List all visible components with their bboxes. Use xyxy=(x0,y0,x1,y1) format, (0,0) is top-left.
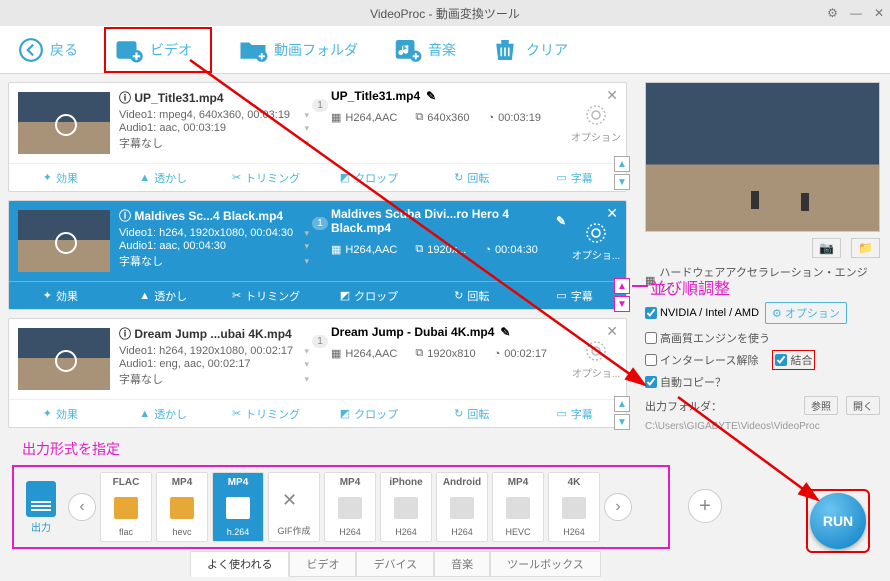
annotation-format-label: 出力形式を指定 xyxy=(22,439,120,459)
remove-icon[interactable]: ✕ xyxy=(606,323,618,340)
rotate-button[interactable]: ↻ 回転 xyxy=(420,164,523,191)
effect-button[interactable]: ✦ 効果 xyxy=(9,400,112,427)
effect-button[interactable]: ✦ 効果 xyxy=(9,282,112,309)
format-item[interactable]: MP4H264 xyxy=(324,472,376,542)
edit-name-icon[interactable]: ✎ xyxy=(426,89,436,103)
video-card[interactable]: ⓘ Maldives Sc...4 Black.mp4 Video1: h264… xyxy=(8,200,627,310)
gpu-checkbox[interactable]: NVIDIA / Intel / AMD xyxy=(645,307,759,319)
run-button-highlight: RUN xyxy=(806,489,870,553)
back-button[interactable]: 戻る xyxy=(10,33,86,67)
watermark-button[interactable]: ▲ 透かし xyxy=(112,400,215,427)
settings-icon[interactable]: ⚙ xyxy=(827,6,838,20)
rotate-button[interactable]: ↻ 回転 xyxy=(420,282,523,309)
top-toolbar: 戻る ビデオ 動画フォルダ 音楽 クリア xyxy=(0,26,890,74)
rotate-button[interactable]: ↻ 回転 xyxy=(420,400,523,427)
video-card[interactable]: ⓘ Dream Jump ...ubai 4K.mp4 Video1: h264… xyxy=(8,318,627,428)
add-video-button[interactable]: ビデオ xyxy=(104,27,212,73)
titlebar: VideoProc - 動画変換ツール ⚙ — ✕ xyxy=(0,0,890,26)
run-button[interactable]: RUN xyxy=(810,493,866,549)
crop-button[interactable]: ◩ クロップ xyxy=(317,400,420,427)
resolution-icon: ⧉ 640x360 xyxy=(415,111,469,124)
tab-toolbox[interactable]: ツールボックス xyxy=(490,551,601,577)
output-profile-button[interactable]: 出力 xyxy=(18,481,64,534)
crop-button[interactable]: ◩ クロップ xyxy=(317,164,420,191)
format-item[interactable]: AndroidH264 xyxy=(436,472,488,542)
edit-name-icon[interactable]: ✎ xyxy=(556,214,566,228)
move-down-icon[interactable]: ▼ xyxy=(614,174,630,190)
tab-video[interactable]: ビデオ xyxy=(289,551,356,577)
close-icon[interactable]: ✕ xyxy=(874,6,884,20)
format-item[interactable]: MP4hevc xyxy=(156,472,208,542)
thumbnail[interactable] xyxy=(18,210,110,272)
subtitle-button[interactable]: ▭ 字幕 xyxy=(523,164,626,191)
clear-button[interactable]: クリア xyxy=(482,31,576,69)
tab-popular[interactable]: よく使われる xyxy=(190,551,289,577)
tab-device[interactable]: デバイス xyxy=(356,551,434,577)
deinterlace-checkbox[interactable]: インターレース解除 xyxy=(645,350,758,370)
merge-checkbox[interactable]: 結合 xyxy=(772,350,815,370)
preview-pane[interactable] xyxy=(645,82,880,232)
watermark-button[interactable]: ▲ 透かし xyxy=(112,282,215,309)
autocopy-checkbox[interactable]: 自動コピー？ xyxy=(645,374,726,390)
trim-button[interactable]: ✂ トリミング xyxy=(215,282,318,309)
scroll-right-icon[interactable]: › xyxy=(604,493,632,521)
scroll-left-icon[interactable]: ‹ xyxy=(68,493,96,521)
thumbnail[interactable] xyxy=(18,328,110,390)
duration-icon: ◔ 00:03:19 xyxy=(487,111,540,124)
move-down-icon[interactable]: ▼ xyxy=(614,414,630,430)
format-bar: 出力 ‹ FLACflac MP4hevc MP4h.264 GIF作成 MP4… xyxy=(12,465,670,549)
index-badge: 1 xyxy=(312,99,328,112)
browse-button[interactable]: 参照 xyxy=(804,396,838,415)
add-music-button[interactable]: 音楽 xyxy=(384,31,464,69)
format-category-tabs: よく使われる ビデオ デバイス 音楽 ツールボックス xyxy=(190,551,601,577)
thumbnail[interactable] xyxy=(18,92,110,154)
subtitle-button[interactable]: ▭ 字幕 xyxy=(523,282,626,309)
hw-accel-label: ▦ ハードウェアアクセラレーション・エンジン： xyxy=(645,264,880,296)
minimize-icon[interactable]: — xyxy=(850,6,862,20)
watermark-button[interactable]: ▲ 透かし xyxy=(112,164,215,191)
window-title: VideoProc - 動画変換ツール xyxy=(370,5,520,22)
output-path: C:\Users\GIGABYTE\Videos\VideoProc xyxy=(645,421,880,432)
format-item[interactable]: MP4HEVC xyxy=(492,472,544,542)
open-button[interactable]: 開く xyxy=(846,396,880,415)
video-list: ⓘ UP_Title31.mp4 Video1: mpeg4, 640x360,… xyxy=(0,74,635,449)
trim-button[interactable]: ✂ トリミング xyxy=(215,164,318,191)
snapshot-icon[interactable]: 📷 xyxy=(812,238,841,258)
trim-button[interactable]: ✂ トリミング xyxy=(215,400,318,427)
add-folder-button[interactable]: 動画フォルダ xyxy=(230,31,366,69)
remove-icon[interactable]: ✕ xyxy=(606,205,618,222)
crop-button[interactable]: ◩ クロップ xyxy=(317,282,420,309)
move-up-icon[interactable]: ▲ xyxy=(614,396,630,412)
remove-icon[interactable]: ✕ xyxy=(606,87,618,104)
edit-name-icon[interactable]: ✎ xyxy=(500,325,510,339)
format-item[interactable]: 4KH264 xyxy=(548,472,600,542)
format-item[interactable]: FLACflac xyxy=(100,472,152,542)
move-up-icon[interactable]: ▲ xyxy=(614,156,630,172)
expand-formats-button[interactable]: + xyxy=(688,489,722,523)
sort-controls: ▲ ▼ xyxy=(614,156,630,190)
effect-button[interactable]: ✦ 効果 xyxy=(9,164,112,191)
subtitle-button[interactable]: ▭ 字幕 xyxy=(523,400,626,427)
format-item[interactable]: GIF作成 xyxy=(268,472,320,542)
output-folder-label: 出力フォルダ： xyxy=(645,398,722,414)
hw-options-button[interactable]: ⚙ オプション xyxy=(765,302,847,324)
format-item[interactable]: MP4h.264 xyxy=(212,472,264,542)
tab-music[interactable]: 音楽 xyxy=(434,551,490,577)
codec-icon: ▦ H264,AAC xyxy=(331,111,397,124)
video-card[interactable]: ⓘ UP_Title31.mp4 Video1: mpeg4, 640x360,… xyxy=(8,82,627,192)
move-down-icon[interactable]: ▼ xyxy=(614,296,630,312)
hq-engine-checkbox[interactable]: 高画質エンジンを使う xyxy=(645,330,770,346)
format-item[interactable]: iPhoneH264 xyxy=(380,472,432,542)
open-folder-icon[interactable]: 📁 xyxy=(851,238,880,258)
move-up-icon[interactable]: ▲ xyxy=(614,278,630,294)
